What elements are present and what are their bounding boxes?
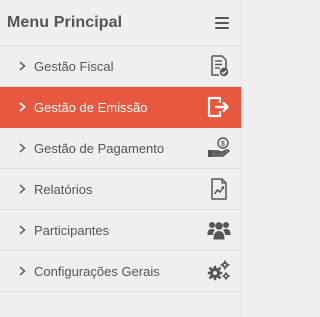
export-document-icon (206, 94, 232, 120)
menu-item-gestao-pagamento[interactable]: Gestão de Pagamento $ (0, 128, 241, 169)
menu-item-label: Gestão de Pagamento (34, 140, 165, 156)
menu-item-label: Gestão Fiscal (34, 58, 114, 74)
menu-item-label: Gestão de Emissão (34, 99, 148, 115)
menu-item-configuracoes-gerais[interactable]: Configurações Gerais (0, 251, 241, 292)
menu-item-gestao-emissao[interactable]: Gestão de Emissão (0, 87, 241, 128)
menu-item-gestao-fiscal[interactable]: Gestão Fiscal (0, 46, 241, 87)
gears-icon (206, 258, 232, 284)
menu-item-label: Participantes (34, 222, 110, 238)
svg-text:$: $ (221, 141, 225, 148)
users-group-icon (206, 217, 232, 243)
hamburger-icon[interactable] (215, 16, 229, 29)
menu-title: Menu Principal (7, 13, 123, 31)
menu-item-label: Relatórios (34, 181, 93, 197)
chevron-right-icon (17, 266, 27, 276)
document-check-icon (206, 53, 232, 79)
chevron-right-icon (17, 61, 27, 71)
report-chart-icon (206, 176, 232, 202)
menu-item-participantes[interactable]: Participantes (0, 210, 241, 251)
main-menu: Menu Principal Gestão Fiscal Gestão de E… (0, 0, 242, 317)
menu-header: Menu Principal (0, 0, 241, 46)
menu-item-relatorios[interactable]: Relatórios (0, 169, 241, 210)
chevron-right-icon (17, 184, 27, 194)
chevron-right-icon (17, 143, 27, 153)
menu-item-label: Configurações Gerais (34, 263, 160, 279)
payment-hand-icon: $ (206, 135, 232, 161)
chevron-right-icon (17, 225, 27, 235)
chevron-right-icon (17, 102, 27, 112)
